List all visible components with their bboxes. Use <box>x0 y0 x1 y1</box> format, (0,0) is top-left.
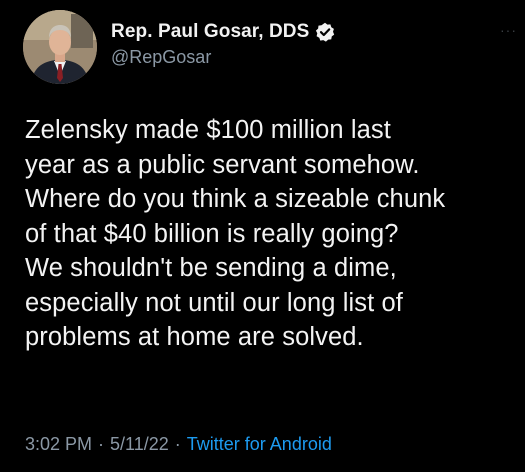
tweet-text-line: We shouldn't be sending a dime, <box>25 254 397 282</box>
tweet-text-line: Where do you think a sizeable chunk <box>25 185 446 213</box>
tweet-text-line: of that $40 billion is really going? <box>25 219 399 248</box>
tweet-text: Zelensky made $100 million last year as … <box>25 113 520 355</box>
tweet-text-line: problems at home are solved. <box>25 323 364 351</box>
avatar[interactable] <box>23 10 97 84</box>
meta-separator: · <box>98 434 105 454</box>
tweet-source-link[interactable]: Twitter for Android <box>187 434 332 454</box>
verified-badge-icon <box>315 22 335 42</box>
meta-separator: · <box>174 434 181 454</box>
tweet-meta: 3:02 PM · 5/11/22 · Twitter for Android <box>25 434 332 455</box>
display-name[interactable]: Rep. Paul Gosar, DDS <box>111 21 309 43</box>
tweet-time[interactable]: 3:02 PM <box>25 434 92 454</box>
tweet-text-line: Zelensky made $100 million last <box>25 116 391 144</box>
more-options-icon[interactable]: ··· <box>500 22 517 38</box>
avatar-photo <box>23 10 97 84</box>
tweet-text-line: year as a public servant somehow. <box>25 150 420 179</box>
tweet-text-line: especially not until our long list of <box>25 288 403 317</box>
author-info: Rep. Paul Gosar, DDS @RepGosar <box>111 20 335 68</box>
tweet-card: Rep. Paul Gosar, DDS @RepGosar ··· Zelen… <box>0 0 525 472</box>
tweet-date[interactable]: 5/11/22 <box>110 434 169 454</box>
name-row: Rep. Paul Gosar, DDS <box>111 20 335 44</box>
handle[interactable]: @RepGosar <box>111 47 335 68</box>
